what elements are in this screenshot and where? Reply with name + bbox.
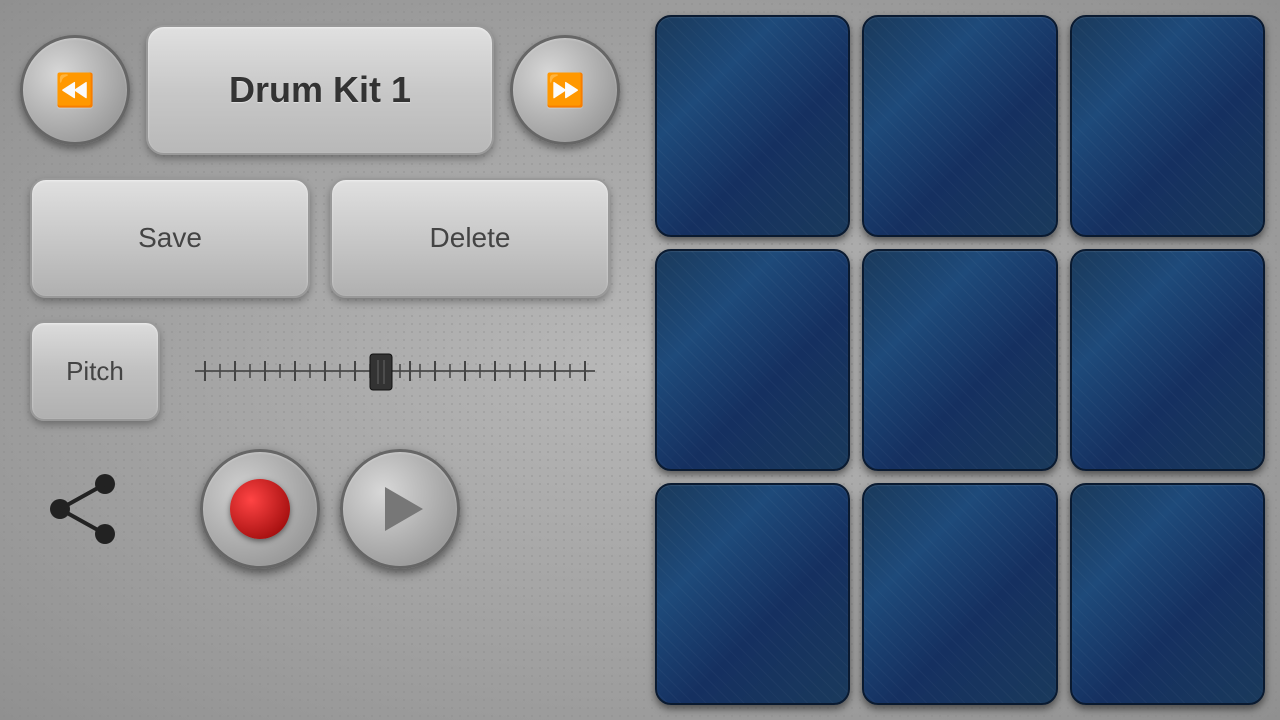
drum-kit-display: Drum Kit 1	[146, 25, 494, 155]
pitch-button[interactable]: Pitch	[30, 321, 160, 421]
pitch-row: Pitch /* ticks drawn below */	[20, 316, 620, 426]
drum-pad-4[interactable]	[655, 249, 850, 471]
drum-pad-3[interactable]	[1070, 15, 1265, 237]
drum-pad-7[interactable]	[655, 483, 850, 705]
action-row: Save Delete	[20, 178, 620, 298]
prev-icon: ⏪	[55, 71, 95, 109]
left-panel: ⏪ Drum Kit 1 ⏩ Save Delete Pitch	[0, 0, 640, 720]
drum-pad-5[interactable]	[862, 249, 1057, 471]
drum-kit-name: Drum Kit 1	[229, 69, 411, 111]
pitch-slider[interactable]: /* ticks drawn below */	[180, 346, 610, 396]
drum-pad-8[interactable]	[862, 483, 1057, 705]
pitch-label: Pitch	[66, 356, 124, 387]
pitch-slider-container: /* ticks drawn below */	[180, 341, 610, 401]
share-button[interactable]	[40, 464, 130, 554]
drum-pad-9[interactable]	[1070, 483, 1265, 705]
next-button[interactable]: ⏩	[510, 35, 620, 145]
drum-pad-6[interactable]	[1070, 249, 1265, 471]
app-container: ⏪ Drum Kit 1 ⏩ Save Delete Pitch	[0, 0, 1280, 720]
drum-pad-2[interactable]	[862, 15, 1057, 237]
play-icon	[385, 487, 423, 531]
delete-button[interactable]: Delete	[330, 178, 610, 298]
record-icon	[230, 479, 290, 539]
share-icon	[45, 469, 125, 549]
save-label: Save	[138, 222, 202, 254]
next-icon: ⏩	[545, 71, 585, 109]
save-button[interactable]: Save	[30, 178, 310, 298]
bottom-row	[20, 444, 620, 574]
drum-pads-grid	[640, 0, 1280, 720]
drum-pad-1[interactable]	[655, 15, 850, 237]
record-button[interactable]	[200, 449, 320, 569]
top-row: ⏪ Drum Kit 1 ⏩	[20, 20, 620, 160]
play-button[interactable]	[340, 449, 460, 569]
prev-button[interactable]: ⏪	[20, 35, 130, 145]
delete-label: Delete	[430, 222, 511, 254]
